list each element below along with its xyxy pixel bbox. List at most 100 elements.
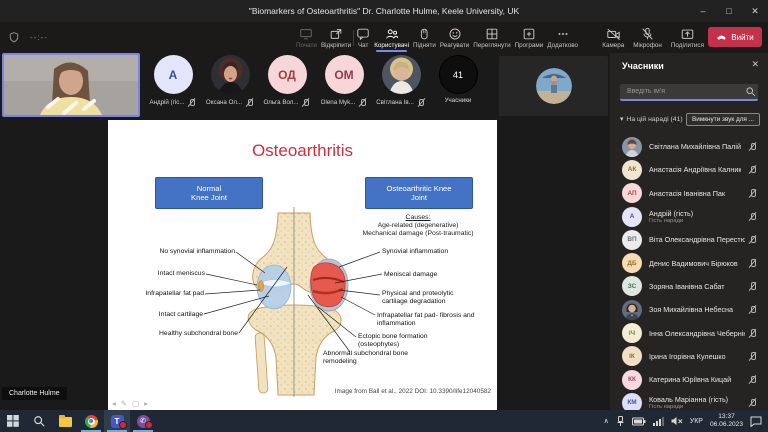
mic-muted-icon <box>747 258 757 269</box>
avatar-photo <box>622 137 642 157</box>
slide-citation: Image from Ball et al., 2022 DOI: 10.339… <box>335 388 491 395</box>
mic-muted-icon <box>747 328 757 339</box>
participant-row[interactable]: КК Катерина Юріївна Кицай <box>610 368 768 391</box>
avatar: КМ <box>622 393 642 410</box>
section-row: ▾На цій нараді (41) Вимкнути звук для ..… <box>620 111 760 127</box>
participant-row[interactable]: А Андрій (гість)Гість наради <box>610 205 768 228</box>
next-slide-icon[interactable]: ▸ <box>144 399 148 408</box>
network-icon[interactable] <box>653 417 664 426</box>
participant-name: Ірина Ігорівна Кулешко <box>649 352 726 361</box>
avatar: ОМ <box>325 55 364 94</box>
taskbar-search-icon[interactable] <box>26 410 52 432</box>
diagram-label: Infrapatellar fat pad <box>104 290 204 298</box>
mute-all-button[interactable]: Вимкнути звук для ... <box>686 113 760 126</box>
viber-app-icon[interactable]: ✆ <box>130 410 156 432</box>
maximize-button[interactable]: □ <box>716 0 742 22</box>
camera-label: Камера <box>602 42 624 49</box>
chevron-up-icon[interactable]: ∧ <box>604 417 609 425</box>
camera-toggle[interactable]: Камера <box>602 27 624 49</box>
participants-panel: Учасники ✕ ▾На цій нараді (41) Вимкнути … <box>610 53 768 410</box>
slide-menu-icon[interactable]: ▢ <box>132 399 139 408</box>
presenter-name-tag: Charlotte Hulme <box>2 387 67 400</box>
popout-icon <box>329 27 343 41</box>
pen-icon[interactable]: ✎ <box>121 399 127 408</box>
avatar: ОД <box>268 55 307 94</box>
meeting-stage: А Андрій (гіс... Оксана Ол... ОД Ольга В… <box>0 53 610 410</box>
tab-react[interactable]: Реагувати <box>438 25 471 50</box>
leave-meeting-button[interactable]: Вийти <box>708 27 762 47</box>
participant-row[interactable]: ДБ Денис Вадимович Бірюков <box>610 251 768 274</box>
teams-app-icon[interactable]: T <box>104 410 130 432</box>
tab-label: Підняти <box>413 42 436 49</box>
speaker-muted-icon[interactable] <box>671 416 683 426</box>
tab-chat[interactable]: Чат <box>354 25 372 50</box>
participant-row[interactable]: ЗС Зоряна Іванівна Сабат <box>610 275 768 298</box>
action-center-icon[interactable] <box>750 416 762 427</box>
share-button[interactable]: Поділитися <box>671 27 704 49</box>
prev-slide-icon[interactable]: ◂ <box>112 399 116 408</box>
filmstrip-tile[interactable]: Оксана Ол... <box>205 55 255 119</box>
notification-badge <box>145 421 153 429</box>
participant-row[interactable]: ВП Віта Олександрівна Перестюк <box>610 228 768 251</box>
avatar: АП <box>622 183 642 203</box>
participant-row[interactable]: АК Анастасія Андріївна Калник <box>610 158 768 181</box>
tab-view[interactable]: Переглянути <box>471 25 512 50</box>
tab-start[interactable]: Почати <box>294 25 319 50</box>
speaker-video-tile[interactable] <box>2 53 140 117</box>
filmstrip-tile[interactable]: Світлана Ів... <box>376 55 426 119</box>
battery-icon[interactable] <box>632 417 646 426</box>
section-label[interactable]: ▾На цій нараді (41) <box>620 115 683 123</box>
file-explorer-icon[interactable] <box>52 410 78 432</box>
participant-search[interactable] <box>620 84 758 101</box>
language-indicator[interactable]: УКР <box>690 418 703 425</box>
self-view-tile[interactable] <box>499 56 608 116</box>
mic-muted-icon <box>747 304 757 315</box>
participant-name: Коваль Маріанна (гість) <box>649 395 728 404</box>
mic-muted-icon <box>244 97 254 108</box>
slideshow-controls: ◂ ✎ ▢ ▸ <box>112 399 148 408</box>
participant-name: Віта Олександрівна Перестюк <box>649 235 745 244</box>
search-input[interactable] <box>625 87 745 96</box>
minimize-button[interactable]: – <box>690 0 716 22</box>
participant-row[interactable]: ІК Ірина Ігорівна Кулешко <box>610 345 768 368</box>
panel-close-icon[interactable]: ✕ <box>751 59 759 70</box>
participant-row[interactable]: КМ Коваль Маріанна (гість)Гість наради <box>610 391 768 410</box>
participant-row[interactable]: Зоя Михайлівна Небесна <box>610 298 768 321</box>
avatar: А <box>622 207 642 227</box>
filmstrip-tile[interactable]: ОД Ольга Вол... <box>262 55 312 119</box>
window-title: "Biomarkers of Osteoarthritis" Dr. Charl… <box>249 6 519 16</box>
pin-icon[interactable] <box>616 416 625 427</box>
filmstrip-tile[interactable]: ОМ Olena Myk... <box>319 55 369 119</box>
avatar: ВП <box>622 230 642 250</box>
diagram-label: No synovial inflammation <box>105 248 235 256</box>
diagram-label: Ectopic bone formation (osteophytes) <box>358 333 444 349</box>
tab-raise-hand[interactable]: Підняти <box>411 25 438 50</box>
camera-off-icon <box>606 27 621 41</box>
chrome-icon[interactable] <box>78 410 104 432</box>
diagram-label: Healthy subchondral bone <box>108 330 238 338</box>
avatar: АК <box>622 160 642 180</box>
close-button[interactable]: ✕ <box>742 0 768 22</box>
tab-apps[interactable]: Програми <box>513 25 546 50</box>
participant-row[interactable]: Світлана Михайлівна Палій <box>610 135 768 158</box>
taskbar-clock[interactable]: 13:37 06.06.2023 <box>710 413 743 429</box>
participants-count-tile[interactable]: 41 Учасники <box>433 55 483 119</box>
tab-label: Додатково <box>547 42 578 49</box>
tab-label: Чат <box>358 42 368 49</box>
participant-row[interactable]: ІЧ Інна Олександрівна Чеберніна <box>610 321 768 344</box>
start-button[interactable] <box>0 410 26 432</box>
mic-muted-icon <box>416 97 426 108</box>
participant-role: Гість наради <box>649 218 693 224</box>
filmstrip-tile[interactable]: А Андрій (гіс... <box>148 55 198 119</box>
tab-more[interactable]: Додатково <box>545 25 580 50</box>
clock-date: 06.06.2023 <box>710 421 743 429</box>
diagram-label: Intact meniscus <box>105 270 205 278</box>
tab-participants[interactable]: Користувачі <box>372 25 411 50</box>
avatar: ЗС <box>622 276 642 296</box>
participant-name: Інна Олександрівна Чеберніна <box>649 329 745 338</box>
avatar: ІК <box>622 346 642 366</box>
diagram-label: Infrapatellar fat pad- fibrosis and infl… <box>377 312 485 328</box>
participant-row[interactable]: АП Анастасія Іванівна Пак <box>610 182 768 205</box>
mic-toggle[interactable]: Мікрофон <box>633 27 662 49</box>
tab-unpin[interactable]: Відкріпити <box>319 25 353 50</box>
